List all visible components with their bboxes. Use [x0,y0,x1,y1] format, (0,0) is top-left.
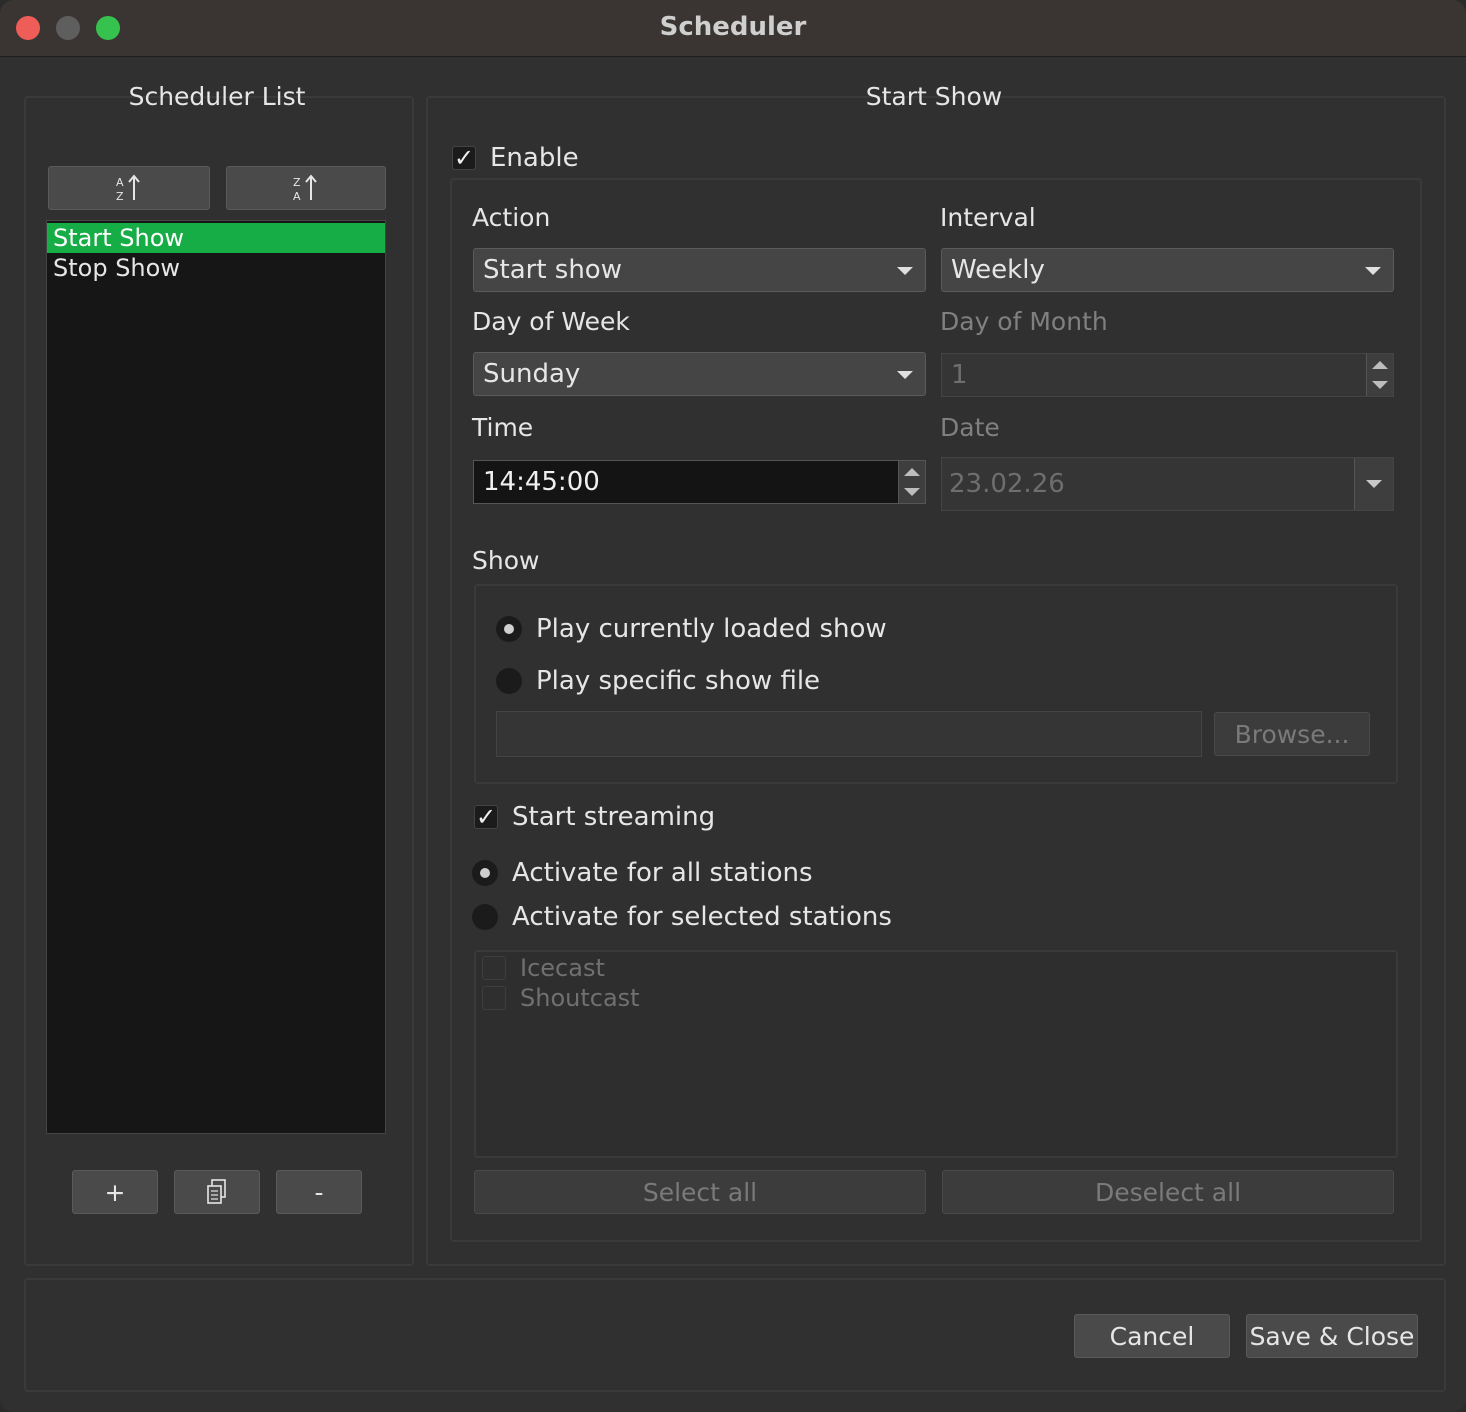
chevron-down-icon [1366,480,1382,488]
svg-text:A: A [293,190,301,203]
interval-label: Interval [940,203,1036,232]
stations-list [474,950,1398,1158]
date-field: 23.02.26 [941,457,1394,511]
action-value: Start show [483,255,622,285]
all-stations-label: Activate for all stations [512,858,813,888]
browse-button: Browse... [1214,712,1370,756]
window-title: Scheduler [659,12,807,42]
sort-descending-button[interactable]: Z A [226,166,386,210]
remove-button[interactable]: - [276,1170,362,1214]
radio-off-icon [472,904,498,930]
radio-on-icon [496,616,522,642]
start-streaming-label: Start streaming [512,802,716,832]
time-spinbox[interactable]: 14:45:00 [473,460,926,504]
enable-label: Enable [490,143,579,173]
sort-ascending-button[interactable]: A Z [48,166,210,210]
play-specific-radio[interactable]: Play specific show file [496,666,820,696]
chevron-down-icon [897,267,913,275]
start-show-title: Start Show [865,82,1003,111]
footer-frame [24,1278,1446,1392]
start-streaming-check-icon: ✓ [474,803,498,831]
interval-value: Weekly [951,255,1045,285]
list-item[interactable]: Stop Show [47,253,385,283]
station-label: Icecast [520,954,605,982]
svg-text:A: A [116,176,124,189]
start-streaming-checkbox[interactable]: ✓ Start streaming [474,802,715,832]
spin-up-icon[interactable] [904,468,920,476]
list-item[interactable]: Start Show [47,223,385,253]
radio-on-icon [472,860,498,886]
select-all-button: Select all [474,1170,926,1214]
scheduler-list[interactable]: Start Show Stop Show [46,220,386,1134]
day-of-month-spinbox: 1 [941,353,1394,397]
play-loaded-label: Play currently loaded show [536,614,887,644]
time-label: Time [472,413,534,442]
date-dropdown-button [1354,458,1393,510]
day-of-month-label: Day of Month [940,307,1108,336]
svg-text:Z: Z [293,176,301,189]
day-of-week-value: Sunday [483,359,581,389]
deselect-all-button: Deselect all [942,1170,1394,1214]
all-stations-radio[interactable]: Activate for all stations [472,858,813,888]
action-label: Action [472,203,551,232]
selected-stations-radio[interactable]: Activate for selected stations [472,902,892,932]
chevron-down-icon [897,371,913,379]
radio-off-icon [496,668,522,694]
day-of-week-label: Day of Week [472,307,630,336]
enable-check-icon: ✓ [452,144,476,172]
add-button[interactable]: + [72,1170,158,1214]
title-bar: Scheduler [0,0,1466,57]
scheduler-window: Scheduler Scheduler List A Z Z A Start S… [0,0,1466,1412]
copy-icon [207,1179,226,1204]
station-label: Shoutcast [520,984,640,1012]
show-file-input [496,711,1202,757]
station-shoutcast: Shoutcast [482,984,640,1012]
play-specific-label: Play specific show file [536,666,821,696]
checkbox-icon [482,956,506,980]
time-value: 14:45:00 [483,467,600,497]
checkbox-icon [482,986,506,1010]
action-combo[interactable]: Start show [473,248,926,292]
save-close-button[interactable]: Save & Close [1246,1314,1418,1358]
chevron-down-icon [1365,267,1381,275]
sort-ascending-icon: A Z [116,174,140,203]
duplicate-button[interactable] [174,1170,260,1214]
enable-checkbox[interactable]: ✓ Enable [452,143,579,173]
day-of-week-combo[interactable]: Sunday [473,352,926,396]
cancel-button[interactable]: Cancel [1074,1314,1230,1358]
date-value: 23.02.26 [949,469,1065,499]
spin-buttons [1366,354,1393,396]
spin-up-icon [1372,361,1388,369]
spin-down-icon [1372,381,1388,389]
time-spin-buttons[interactable] [898,461,925,503]
svg-text:Z: Z [116,190,124,203]
scheduler-list-title: Scheduler List [128,82,306,111]
spin-down-icon[interactable] [904,488,920,496]
sort-descending-icon: Z A [293,174,317,203]
date-label: Date [940,413,1000,442]
selected-stations-label: Activate for selected stations [512,902,892,932]
day-of-month-value: 1 [951,360,968,390]
interval-combo[interactable]: Weekly [941,248,1394,292]
show-label: Show [472,546,540,575]
station-icecast: Icecast [482,954,605,982]
play-loaded-radio[interactable]: Play currently loaded show [496,614,887,644]
